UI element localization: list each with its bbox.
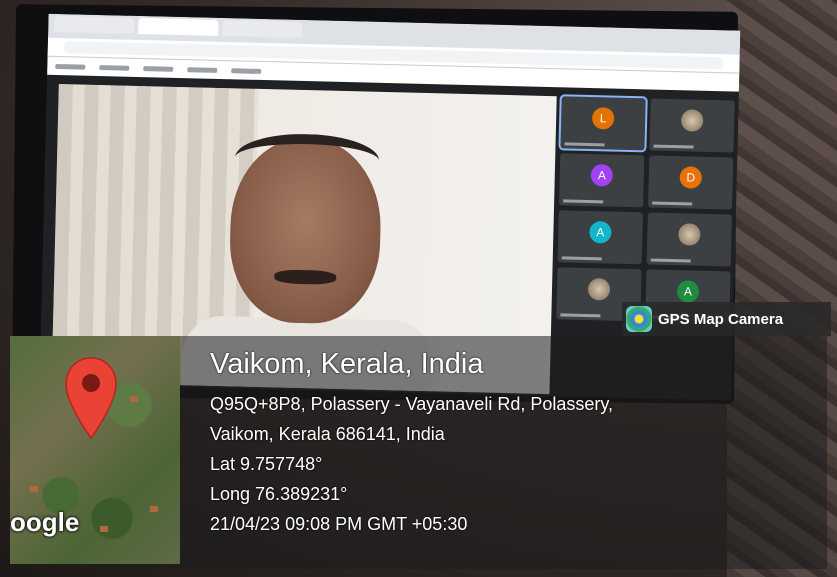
participant-name (650, 258, 691, 263)
speaker-hair (234, 132, 380, 186)
browser-tab[interactable] (54, 15, 135, 34)
participant-avatar (680, 109, 704, 132)
gps-map-camera-icon (626, 306, 652, 332)
map-roof (30, 486, 38, 492)
participant-tile[interactable]: L (558, 94, 648, 153)
participant-avatar (678, 223, 701, 246)
timestamp: 21/04/23 09:08 PM GMT +05:30 (210, 514, 468, 534)
participant-avatar: A (589, 221, 612, 244)
participant-avatar (587, 278, 611, 301)
browser-toolbar (47, 13, 741, 92)
participant-avatar: A (590, 164, 614, 187)
participant-name (653, 144, 694, 149)
map-thumbnail: oogle (10, 336, 180, 564)
google-logo: oogle (10, 507, 80, 537)
gps-badge-label: GPS Map Camera (658, 310, 784, 328)
bookmark-item[interactable] (231, 67, 262, 74)
participant-tile[interactable]: A (559, 153, 645, 208)
participant-name (560, 313, 601, 318)
participant-name (652, 201, 693, 206)
bookmark-item[interactable] (55, 63, 86, 70)
participant-tile[interactable] (649, 98, 735, 153)
browser-tab[interactable] (222, 20, 303, 38)
participant-name (564, 142, 605, 147)
speaker-moustache (274, 269, 337, 285)
bookmark-item[interactable] (143, 65, 174, 72)
participant-tile[interactable]: D (648, 155, 734, 210)
address-line-1: Q95Q+8P8, Polassery - Vayanaveli Rd, Pol… (210, 394, 614, 414)
participant-name (563, 199, 604, 204)
participant-grid: L A D A A (556, 94, 735, 324)
longitude: Long 76.389231° (210, 484, 348, 504)
map-pin-icon (65, 357, 117, 440)
browser-tab-active[interactable] (138, 17, 219, 36)
address-line-2: Vaikom, Kerala 686141, India (210, 424, 445, 444)
map-roof (100, 526, 108, 532)
participant-avatar: L (591, 107, 615, 130)
map-roof (130, 396, 138, 402)
participant-tile[interactable] (646, 212, 732, 267)
bookmark-item[interactable] (99, 64, 130, 71)
participant-tile[interactable]: A (557, 210, 643, 265)
participant-avatar: D (679, 166, 703, 189)
location-info: Vaikom, Kerala, India Q95Q+8P8, Polasser… (210, 348, 613, 539)
bookmark-item[interactable] (187, 66, 218, 73)
gps-map-camera-badge: GPS Map Camera (622, 302, 831, 336)
map-roof (150, 506, 158, 512)
participant-avatar: A (676, 280, 700, 303)
latitude: Lat 9.757748° (210, 454, 323, 474)
participant-name (561, 256, 602, 261)
location-city: Vaikom, Kerala, India (210, 348, 484, 380)
